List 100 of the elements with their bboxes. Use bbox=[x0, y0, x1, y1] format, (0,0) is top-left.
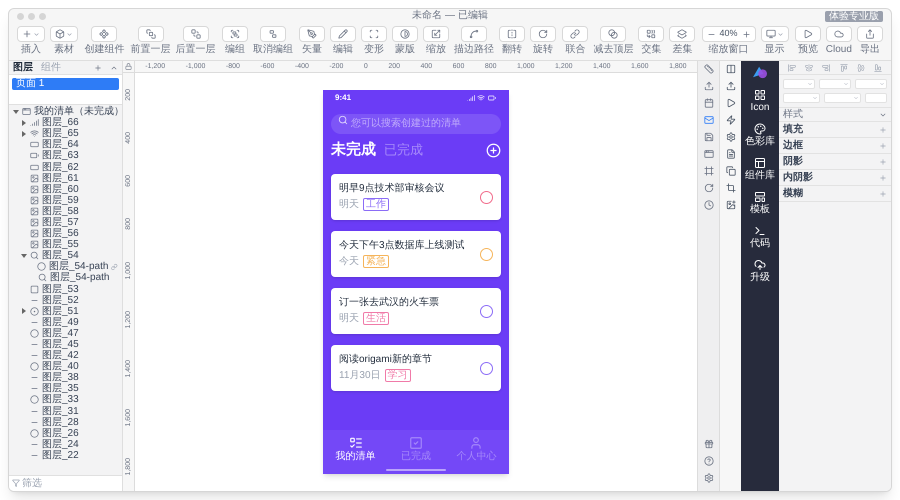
layer-row[interactable]: 图层_24 bbox=[9, 438, 122, 450]
plugin-tab[interactable]: 组件库 bbox=[745, 157, 775, 181]
columns-icon[interactable] bbox=[726, 64, 736, 74]
style-section[interactable]: 阴影 bbox=[779, 154, 891, 170]
align-bottom-icon[interactable] bbox=[874, 64, 882, 72]
zoom-control[interactable]: 40% bbox=[702, 26, 756, 42]
add-page-icon[interactable] bbox=[94, 64, 102, 72]
toolbar-button[interactable]: 描边路径 bbox=[454, 26, 494, 55]
layer-row[interactable]: 图层_59 bbox=[9, 194, 122, 206]
tab-bar-item[interactable]: 我的清单 bbox=[336, 436, 376, 462]
layer-row[interactable]: 图层_47 bbox=[9, 328, 122, 339]
image-add-icon[interactable] bbox=[726, 200, 736, 210]
toolbar-button[interactable]: 减去顶层 bbox=[593, 26, 634, 55]
copy-icon[interactable] bbox=[726, 166, 736, 176]
layer-row[interactable]: 图层_61 bbox=[9, 172, 122, 184]
align-left-icon[interactable] bbox=[788, 64, 796, 72]
layer-row[interactable]: 图层_22 bbox=[9, 450, 122, 461]
mail-icon[interactable] bbox=[704, 115, 714, 125]
layer-row[interactable]: 图层_57 bbox=[9, 216, 122, 228]
layer-row[interactable]: 图层_55 bbox=[9, 239, 122, 250]
layer-row[interactable]: 图层_54-path bbox=[9, 272, 122, 284]
lock-icon[interactable] bbox=[125, 63, 132, 70]
layer-row[interactable]: 图层_58 bbox=[9, 206, 122, 217]
layer-row[interactable]: 图层_56 bbox=[9, 228, 122, 240]
calendar-icon[interactable] bbox=[704, 98, 714, 108]
settings-icon[interactable] bbox=[704, 473, 714, 483]
style-section[interactable]: 内阴影 bbox=[779, 170, 891, 186]
layer-row[interactable]: 图层_26 bbox=[9, 428, 122, 439]
layer-row[interactable]: 图层_54 bbox=[9, 250, 122, 262]
toolbar-button[interactable]: 取消编组 bbox=[252, 26, 293, 55]
style-section[interactable]: 填充 bbox=[779, 122, 891, 138]
document-icon[interactable] bbox=[726, 149, 736, 159]
lightning-icon[interactable] bbox=[726, 115, 736, 125]
play-icon[interactable] bbox=[726, 98, 736, 108]
expanded-arrow-icon[interactable] bbox=[21, 252, 27, 259]
filter-field[interactable]: 筛选 bbox=[9, 476, 122, 491]
layer-row[interactable]: 图层_31 bbox=[9, 406, 122, 417]
save-icon[interactable] bbox=[704, 132, 714, 142]
status-tab[interactable]: 未完成 bbox=[331, 138, 376, 162]
layer-row[interactable]: 图层_49 bbox=[9, 316, 122, 328]
align-center-icon[interactable] bbox=[804, 64, 813, 72]
dropdown-field[interactable] bbox=[824, 93, 861, 103]
layer-row[interactable]: 图层_63 bbox=[9, 150, 122, 162]
layer-row[interactable]: 图层_45 bbox=[9, 338, 122, 350]
style-section[interactable]: 模糊 bbox=[779, 186, 891, 202]
plugin-tab[interactable]: 代码 bbox=[750, 225, 770, 249]
frame-icon[interactable] bbox=[704, 166, 714, 176]
plugin-tab[interactable]: Icon bbox=[750, 89, 770, 113]
layer-row[interactable]: 图层_66 bbox=[9, 117, 122, 128]
clock-icon[interactable] bbox=[704, 200, 714, 210]
collapsed-arrow-icon[interactable] bbox=[21, 308, 27, 314]
layer-row[interactable]: 图层_53 bbox=[9, 284, 122, 295]
rotate-icon[interactable] bbox=[704, 183, 714, 193]
layer-row[interactable]: 图层_52 bbox=[9, 294, 122, 306]
style-header[interactable]: 样式 bbox=[779, 108, 891, 122]
expanded-arrow-icon[interactable] bbox=[13, 108, 19, 115]
collapsed-arrow-icon[interactable] bbox=[21, 130, 27, 137]
dropdown-field[interactable] bbox=[783, 79, 815, 89]
zoom-in-icon[interactable] bbox=[742, 30, 751, 38]
panel-tab[interactable]: 图层 bbox=[13, 62, 33, 73]
align-top-icon[interactable] bbox=[840, 64, 848, 72]
layer-row[interactable]: 图层_28 bbox=[9, 416, 122, 428]
page-item[interactable]: 页面 1 bbox=[12, 78, 119, 90]
layer-row[interactable]: 图层_38 bbox=[9, 372, 122, 384]
layer-row[interactable]: 图层_60 bbox=[9, 184, 122, 195]
layer-row[interactable]: 图层_42 bbox=[9, 350, 122, 362]
gift-icon[interactable] bbox=[704, 439, 714, 449]
ruler-icon[interactable] bbox=[704, 64, 714, 74]
align-middle-icon[interactable] bbox=[856, 64, 865, 72]
style-section[interactable]: 边框 bbox=[779, 138, 891, 154]
plugin-tab[interactable]: 色彩库 bbox=[745, 123, 775, 147]
upload-icon[interactable] bbox=[726, 81, 736, 91]
task-card[interactable]: 阅读origami新的章节 11月30日 学习 bbox=[331, 345, 501, 391]
dropdown-field[interactable] bbox=[855, 79, 887, 89]
toolbar-button[interactable]: 前置一层 bbox=[130, 26, 170, 55]
layer-row[interactable]: 图层_64 bbox=[9, 139, 122, 150]
layer-row[interactable]: 图层_33 bbox=[9, 394, 122, 406]
window-icon[interactable] bbox=[704, 149, 714, 159]
toolbar-button[interactable]: 创建组件 bbox=[84, 26, 124, 55]
plugin-tab[interactable]: 模板 bbox=[750, 191, 770, 215]
dropdown-field[interactable] bbox=[819, 79, 851, 89]
layer-row[interactable]: 图层_40 bbox=[9, 361, 122, 372]
collapsed-arrow-icon[interactable] bbox=[21, 120, 27, 126]
dropdown-field[interactable] bbox=[783, 93, 820, 103]
task-card[interactable]: 今天下午3点数据库上线测试 今天 紧急 bbox=[331, 231, 501, 277]
crop-icon[interactable] bbox=[726, 183, 736, 193]
layer-row[interactable]: 我的清单（未完成） bbox=[9, 106, 122, 118]
layer-row[interactable]: 图层_54-path bbox=[9, 261, 122, 272]
plugin-tab[interactable]: 升级 bbox=[750, 259, 770, 283]
align-right-icon[interactable] bbox=[822, 64, 830, 72]
search-field[interactable]: 您可以搜索创建过的清单 bbox=[331, 114, 501, 134]
upload-icon[interactable] bbox=[704, 81, 714, 91]
help-icon[interactable] bbox=[704, 456, 714, 466]
add-icon[interactable] bbox=[486, 142, 501, 158]
layer-row[interactable]: 图层_65 bbox=[9, 128, 122, 140]
layer-row[interactable]: 图层_51 bbox=[9, 306, 122, 317]
toolbar-button[interactable]: 后置一层 bbox=[176, 26, 216, 55]
settings-icon[interactable] bbox=[726, 132, 736, 142]
layer-row[interactable]: 图层_62 bbox=[9, 161, 122, 173]
task-card[interactable]: 订一张去武汉的火车票 明天 生活 bbox=[331, 288, 501, 334]
